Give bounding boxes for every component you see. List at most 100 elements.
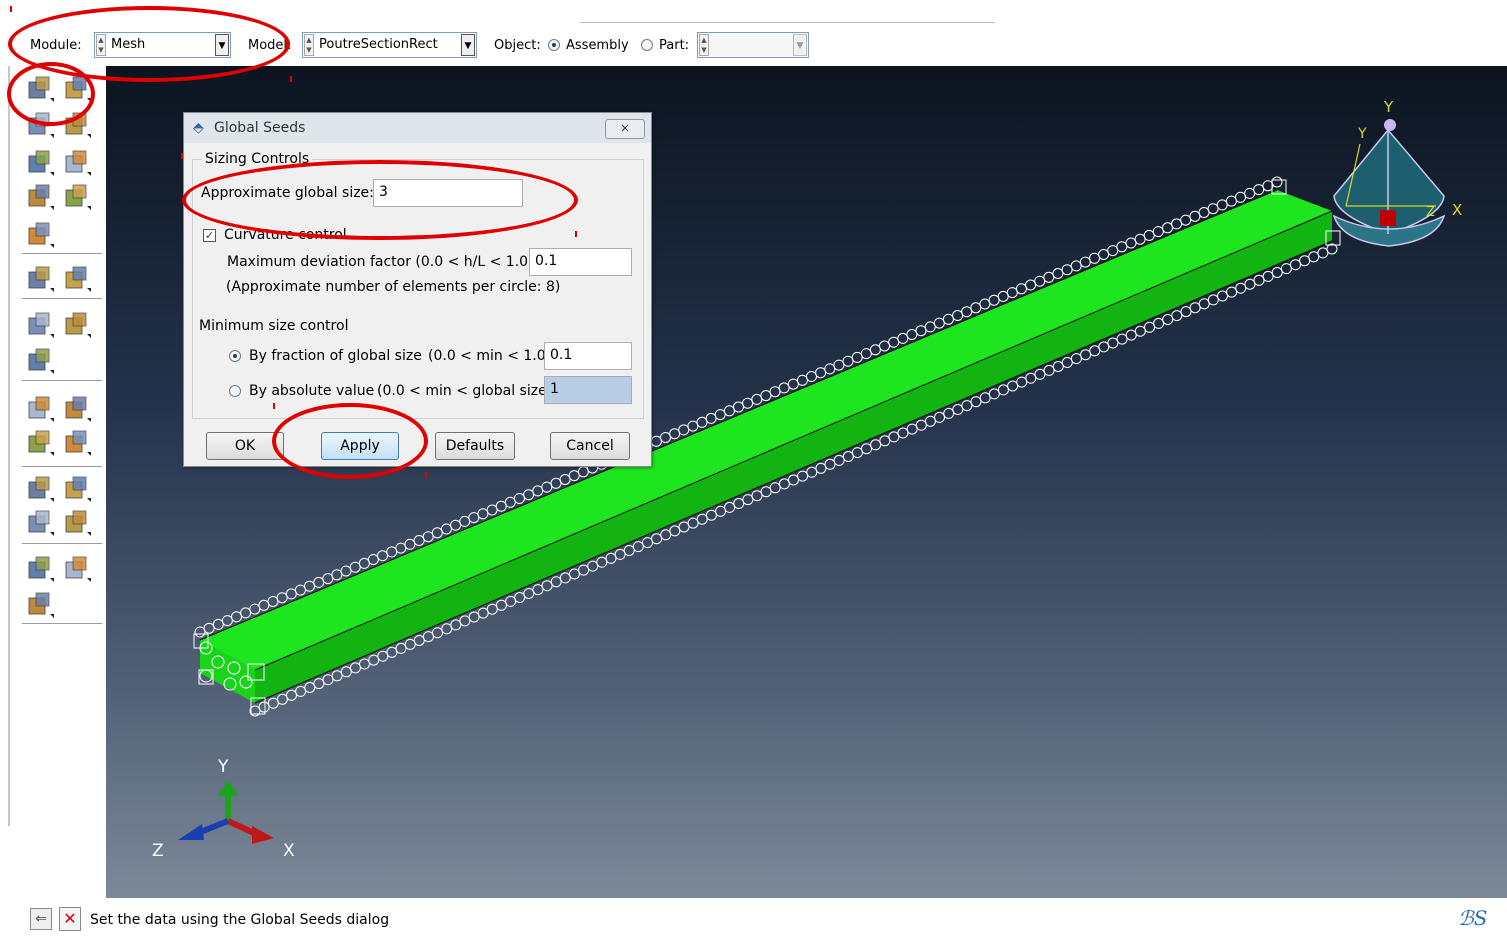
seed-marker <box>678 521 690 533</box>
select-icon[interactable] <box>63 394 91 422</box>
defaults-button[interactable]: Defaults <box>435 432 515 460</box>
seed-marker <box>879 435 891 447</box>
highlight-circle <box>182 160 578 240</box>
seed-marker <box>851 447 863 459</box>
node-edit-icon[interactable] <box>63 310 91 338</box>
seed-marker <box>1198 207 1210 218</box>
seed-marker <box>1280 263 1292 275</box>
verify-mesh-icon[interactable] <box>63 182 91 210</box>
seed-marker <box>961 400 973 412</box>
seed-marker <box>1143 229 1155 241</box>
seed-marker <box>495 599 507 611</box>
chevron-down-icon[interactable]: ▼ <box>793 34 807 56</box>
mesh-part-icon[interactable] <box>26 148 54 176</box>
seed-marker <box>842 355 854 367</box>
by-absolute-input[interactable]: 1 <box>544 376 632 404</box>
assign-stack-icon[interactable] <box>26 182 54 210</box>
seed-marker <box>1061 357 1073 368</box>
seed-marker <box>952 404 964 415</box>
partition-face-icon[interactable] <box>63 554 91 582</box>
seed-marker <box>888 431 900 443</box>
seed-marker <box>760 390 772 402</box>
chevron-down-icon[interactable]: ▼ <box>461 34 475 56</box>
radio-icon[interactable] <box>548 39 560 51</box>
datum-point-icon[interactable] <box>63 428 91 456</box>
seed-marker <box>760 486 772 498</box>
seed-marker <box>568 568 580 580</box>
seed-marker <box>751 393 763 405</box>
seed-marker <box>705 509 717 521</box>
transform-icon[interactable] <box>26 428 54 456</box>
seed-marker <box>733 401 744 413</box>
seed-marker <box>422 631 434 643</box>
assembly-radio[interactable]: Assembly <box>548 31 629 59</box>
seed-marker <box>1080 349 1092 361</box>
cancel-x-icon[interactable]: ✕ <box>59 907 81 931</box>
datum-csys-icon[interactable] <box>26 508 54 536</box>
toolbox-separator <box>22 466 102 467</box>
spin-icon[interactable]: ▲ ▼ <box>699 34 709 56</box>
min-size-label: Minimum size control <box>199 318 349 334</box>
model-combo[interactable]: ▲ ▼ PoutreSectionRect ▼ <box>302 32 477 58</box>
max-dev-input[interactable]: 0.1 <box>529 248 632 276</box>
partition-cell-icon[interactable] <box>26 220 54 248</box>
datum-plane-icon[interactable] <box>63 474 91 502</box>
close-icon[interactable]: ✕ <box>605 119 645 139</box>
seed-marker <box>440 523 452 535</box>
tools-icon[interactable] <box>26 590 54 618</box>
seed-marker <box>1052 361 1064 372</box>
seed-marker <box>769 386 781 398</box>
seed-marker <box>258 599 270 611</box>
create-set-icon[interactable] <box>26 394 54 422</box>
seed-marker <box>477 508 489 520</box>
back-arrow-icon[interactable]: ⇐ <box>30 908 52 930</box>
seed-marker <box>961 306 973 318</box>
seed-marker <box>1216 199 1228 211</box>
seed-marker <box>422 531 434 543</box>
radio-icon[interactable] <box>641 39 653 51</box>
by-absolute-radio[interactable] <box>229 385 241 397</box>
part-combo[interactable]: ▲ ▼ ▼ <box>697 32 809 58</box>
mesh-on-part-icon[interactable] <box>26 554 54 582</box>
part-radio[interactable]: Part: <box>641 31 689 59</box>
seed-marker <box>304 580 315 592</box>
seed-marker <box>532 485 544 497</box>
view-triad-icon[interactable]: Y Y X Z <box>1332 98 1462 247</box>
cancel-button[interactable]: Cancel <box>550 432 630 460</box>
annotation-mark <box>273 403 275 409</box>
curvature-checkbox[interactable]: ✓ <box>203 229 216 242</box>
seed-marker <box>1034 368 1046 380</box>
seed-marker <box>915 419 927 431</box>
seed-marker <box>924 321 936 333</box>
seed-marker <box>988 294 1000 306</box>
seed-marker <box>897 332 909 344</box>
seed-marker <box>1207 294 1219 306</box>
status-message: Set the data using the Global Seeds dial… <box>90 912 390 928</box>
seed-marker <box>623 545 635 556</box>
seed-marker <box>559 572 571 584</box>
by-fraction-input[interactable]: 0.1 <box>544 342 632 370</box>
by-fraction-radio[interactable] <box>229 350 241 362</box>
seed-marker <box>1125 329 1137 341</box>
seed-marker <box>1162 314 1174 325</box>
seed-marker <box>432 627 443 639</box>
virtual-topology-icon[interactable] <box>26 264 54 292</box>
mesh-region-icon[interactable] <box>63 148 91 176</box>
sweep-icon[interactable] <box>63 508 91 536</box>
datum-axis-icon[interactable] <box>26 474 54 502</box>
seed-marker <box>267 697 279 709</box>
query-icon[interactable] <box>63 264 91 292</box>
annotation-mark <box>575 231 577 237</box>
spin-icon[interactable]: ▲ ▼ <box>304 34 314 56</box>
seed-marker <box>486 504 498 516</box>
seed-marker <box>869 344 881 356</box>
dialog-titlebar[interactable]: ⬘ Global Seeds ✕ <box>184 113 651 143</box>
seed-marker <box>413 535 425 546</box>
edit-mesh-icon[interactable] <box>26 310 54 338</box>
seed-marker <box>395 542 407 554</box>
seed-marker <box>687 517 699 529</box>
by-absolute-range: (0.0 < min < global size) <box>377 383 553 399</box>
seed-marker <box>550 477 562 489</box>
seed-marker <box>660 529 672 541</box>
element-edit-icon[interactable] <box>26 346 54 374</box>
